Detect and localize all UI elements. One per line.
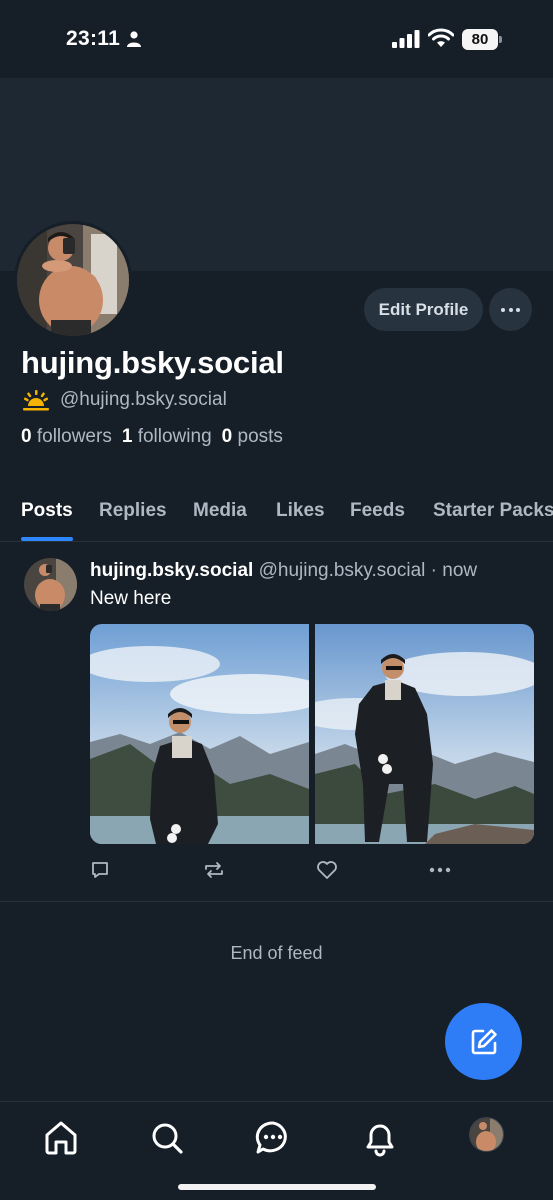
post-author-avatar[interactable] <box>24 558 77 611</box>
feed-post[interactable]: hujing.bsky.social @hujing.bsky.social ·… <box>0 542 553 902</box>
home-icon[interactable] <box>41 1118 81 1158</box>
compose-icon <box>471 1029 497 1055</box>
tab-media[interactable]: Media <box>193 500 247 522</box>
post-image-1[interactable] <box>90 624 309 844</box>
post-more-icon[interactable] <box>428 860 452 880</box>
profile-tab-avatar[interactable] <box>469 1117 504 1152</box>
end-of-feed-label: End of feed <box>230 943 323 963</box>
posts-stat: 0 posts <box>221 426 283 447</box>
edit-profile-button[interactable]: Edit Profile <box>364 288 483 331</box>
post-separator: · <box>430 560 437 581</box>
sunrise-icon <box>23 390 49 411</box>
profile-screen: 23:11 80 Edit Profile hujing.bsky.social… <box>0 0 553 1200</box>
chat-icon[interactable] <box>253 1118 293 1158</box>
battery-level: 80 <box>471 31 489 48</box>
home-indicator <box>178 1184 376 1190</box>
post-text: New here <box>90 588 172 609</box>
tab-starter-packs[interactable]: Starter Packs <box>433 500 553 522</box>
tab-likes[interactable]: Likes <box>276 500 325 522</box>
profile-handle: @hujing.bsky.social <box>60 389 227 410</box>
post-author-name[interactable]: hujing.bsky.social <box>90 560 253 581</box>
compose-post-button[interactable] <box>445 1003 522 1080</box>
post-author-handle[interactable]: @hujing.bsky.social <box>259 560 426 581</box>
bottom-navigation <box>0 1101 553 1200</box>
profile-stats: 0 followers 1 following 0 posts <box>21 426 283 448</box>
status-bar: 23:11 80 <box>0 0 553 78</box>
post-header: hujing.bsky.social @hujing.bsky.social ·… <box>90 560 477 582</box>
following-stat[interactable]: 1 following <box>122 426 212 447</box>
person-icon <box>127 31 141 47</box>
profile-tabs: Posts Replies Media Likes Feeds Starter … <box>0 496 553 542</box>
search-icon[interactable] <box>147 1118 187 1158</box>
profile-more-button[interactable] <box>489 288 532 331</box>
post-actions <box>90 860 534 882</box>
profile-avatar[interactable] <box>14 221 132 339</box>
cellular-signal-icon <box>392 30 420 48</box>
display-name: hujing.bsky.social <box>21 345 284 380</box>
post-timestamp[interactable]: now <box>442 560 477 581</box>
status-time: 23:11 <box>66 27 121 50</box>
post-avatar-photo <box>24 558 77 611</box>
notifications-icon[interactable] <box>360 1118 400 1158</box>
avatar-photo <box>17 224 129 336</box>
followers-stat[interactable]: 0 followers <box>21 426 112 447</box>
like-icon[interactable] <box>316 860 338 880</box>
tab-feeds[interactable]: Feeds <box>350 500 405 522</box>
post-media-grid <box>90 624 534 844</box>
wifi-icon <box>428 28 454 47</box>
reply-icon[interactable] <box>90 860 110 880</box>
repost-icon[interactable] <box>203 860 225 880</box>
battery-indicator: 80 <box>462 29 502 50</box>
post-image-2[interactable] <box>315 624 534 844</box>
active-tab-indicator <box>21 537 73 541</box>
tab-posts[interactable]: Posts <box>21 500 73 522</box>
tab-replies[interactable]: Replies <box>99 500 167 522</box>
